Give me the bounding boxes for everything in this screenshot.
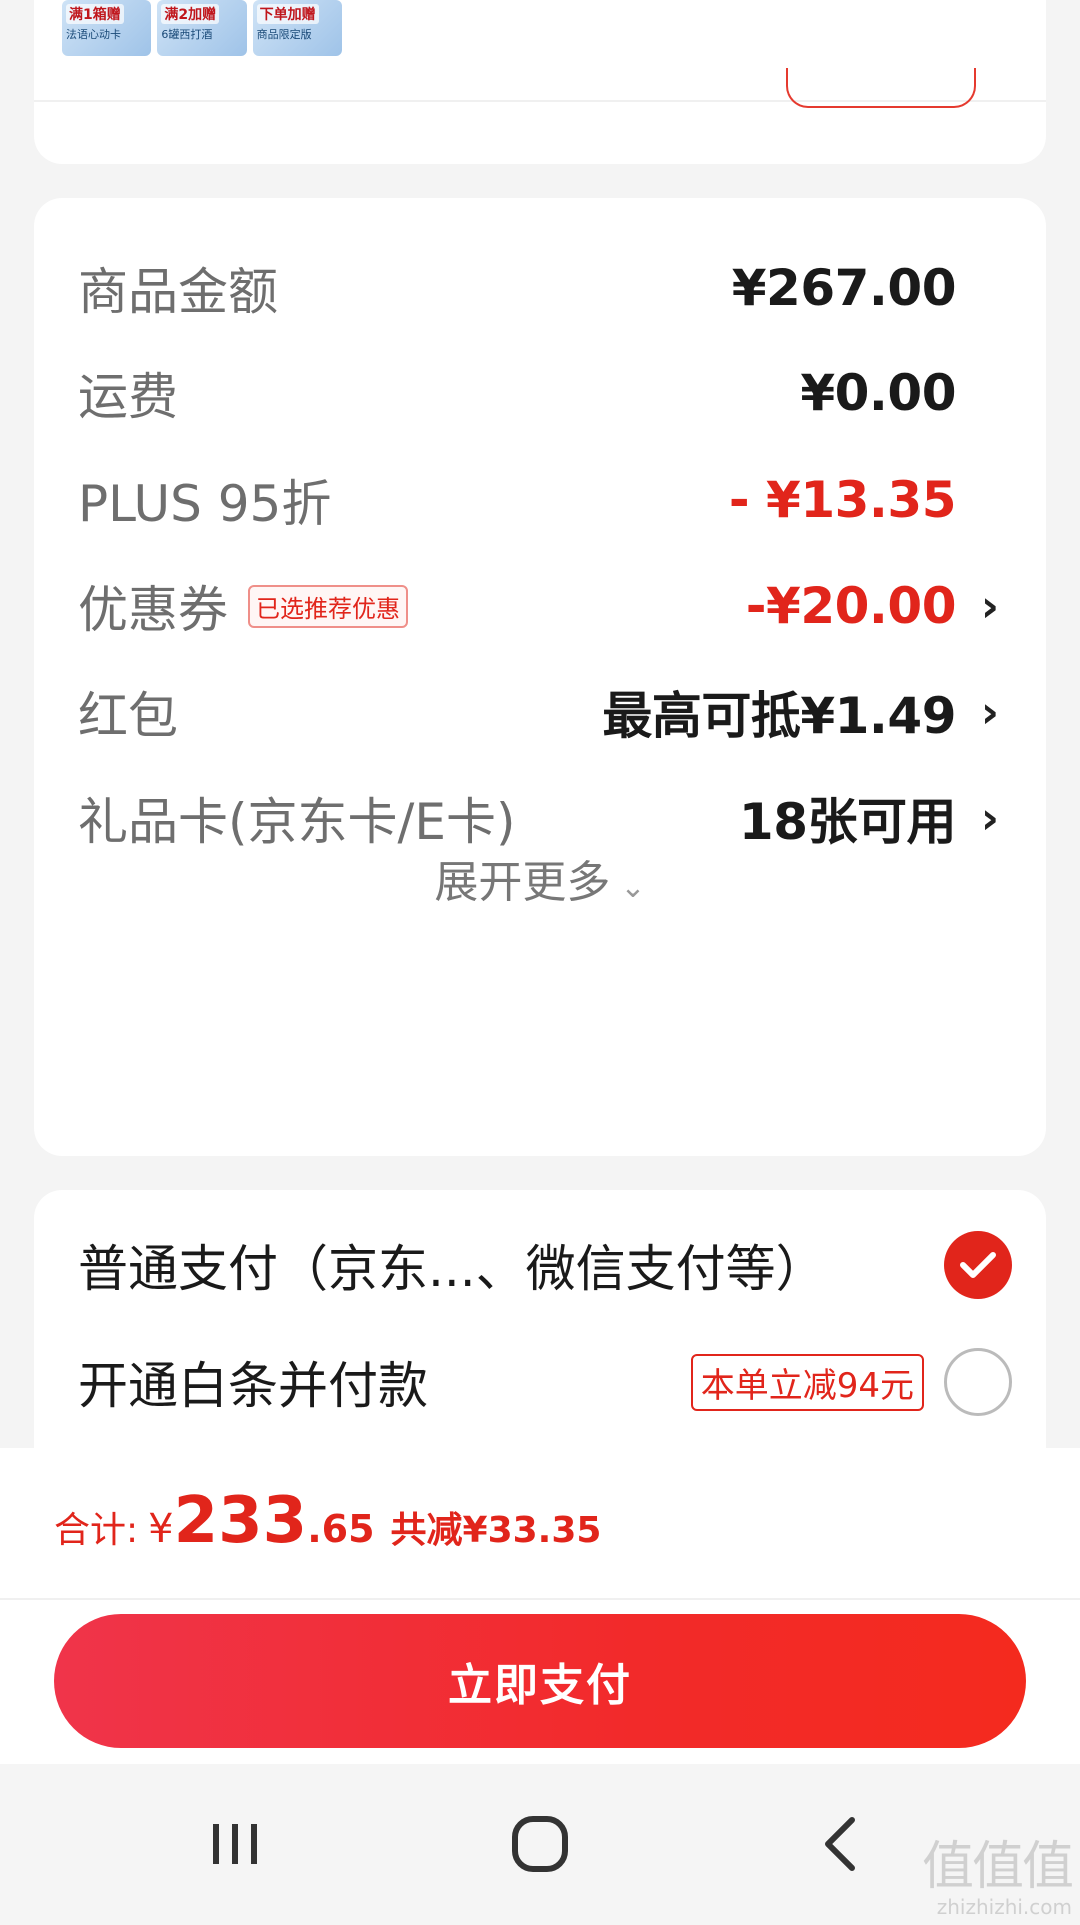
promo-title: 满1箱赠 [66, 4, 124, 24]
chevron-right-icon: › [980, 580, 1000, 632]
shipping-amount: ¥0.00 [800, 364, 956, 422]
giftcard-value[interactable]: 18张可用 › [739, 782, 1002, 854]
system-nav-bar: 值值值 zhizhizhi.com [0, 1764, 1080, 1925]
normal-pay-label: 普通支付（京东...、微信支付等） [78, 1240, 826, 1298]
promo-subtitle: 法语心动卡 [66, 28, 121, 41]
divider [0, 1598, 1080, 1600]
plus-discount-amount: - ¥13.35 [728, 471, 957, 529]
watermark: 值值值 zhizhizhi.com [921, 1824, 1074, 1919]
promo-subtitle: 6罐西打酒 [161, 28, 213, 41]
redpacket-value[interactable]: 最高可抵¥1.49 › [602, 676, 1002, 748]
total-saved: 共减¥33.35 [390, 1510, 602, 1551]
watermark-text: zhizhizhi.com [936, 1895, 1072, 1919]
coupon-label: 优惠券 [78, 581, 228, 639]
plus-discount-value: - ¥13.35 [729, 471, 1002, 529]
checked-circle-icon[interactable] [944, 1231, 1012, 1299]
promo-strip[interactable]: 满1箱赠 法语心动卡 满2加赠 6罐西打酒 下单加赠 商品限定版 [62, 0, 342, 62]
total-integer: 233 [173, 1484, 308, 1558]
promo-title: 下单加赠 [256, 4, 319, 24]
payment-option-normal[interactable]: 普通支付（京东...、微信支付等） [78, 1220, 1012, 1310]
coupon-row[interactable]: 优惠券 已选推荐优惠 -¥20.00 › [78, 566, 1002, 646]
redpacket-label: 红包 [78, 687, 178, 745]
back-icon[interactable] [810, 1804, 870, 1884]
checkout-bar: 合计: ¥ 233 .65 共减¥33.35 立即支付 [0, 1448, 1080, 1764]
promo-title: 满2加赠 [161, 4, 220, 24]
total-label: 合计: [54, 1510, 139, 1551]
unchecked-circle-icon[interactable] [944, 1348, 1012, 1416]
partial-button[interactable] [786, 68, 976, 108]
goods-amount: ¥267.00 [731, 259, 957, 317]
total-decimal: .65 [307, 1507, 375, 1551]
promo-thumb[interactable]: 满2加赠 6罐西打酒 [157, 0, 247, 56]
coupon-recommend-badge: 已选推荐优惠 [248, 584, 408, 628]
shipping-row: 运费 ¥0.00 [78, 353, 1002, 433]
expand-more-label: 展开更多 [434, 857, 611, 908]
chevron-right-icon: › [980, 792, 1000, 844]
recent-apps-icon[interactable] [200, 1804, 270, 1884]
giftcard-amount: 18张可用 [738, 793, 957, 851]
promo-subtitle: 商品限定版 [256, 28, 312, 41]
plus-discount-label: PLUS 95折 [78, 475, 332, 533]
plus-discount-row: PLUS 95折 - ¥13.35 [78, 460, 1002, 540]
baitiao-discount-badge: 本单立减94元 [690, 1353, 924, 1411]
coupon-amount: -¥20.00 [745, 577, 957, 635]
chevron-down-icon: ⌄ [620, 870, 646, 905]
redpacket-amount: 最高可抵¥1.49 [602, 687, 956, 745]
redpacket-row[interactable]: 红包 最高可抵¥1.49 › [78, 672, 1002, 752]
coupon-label-wrap: 优惠券 已选推荐优惠 [78, 570, 408, 642]
shipping-label: 运费 [78, 368, 178, 426]
payment-option-baitiao[interactable]: 开通白条并付款 本单立减94元 [78, 1337, 1012, 1427]
coupon-value[interactable]: -¥20.00 › [746, 577, 1002, 635]
promo-thumb[interactable]: 满1箱赠 法语心动卡 [62, 0, 152, 56]
price-summary-card: 商品金额 ¥267.00 运费 ¥0.00 PLUS 95折 - ¥13.35 … [34, 198, 1046, 1156]
watermark-logo: 值值值 [921, 1837, 1074, 1897]
home-icon[interactable] [505, 1804, 575, 1884]
chevron-right-icon: › [980, 686, 1000, 738]
currency-symbol: ¥ [148, 1506, 174, 1552]
promo-thumb[interactable]: 下单加赠 商品限定版 [252, 0, 342, 56]
expand-more-button[interactable]: 展开更多 ⌄ [34, 846, 1046, 910]
baitiao-right: 本单立减94元 [690, 1348, 1012, 1416]
order-confirm-page: 满1箱赠 法语心动卡 满2加赠 6罐西打酒 下单加赠 商品限定版 商品金额 ¥2… [0, 0, 1080, 1925]
pay-now-button[interactable]: 立即支付 [54, 1614, 1026, 1748]
goods-amount-value: ¥267.00 [732, 259, 1002, 317]
total-line: 合计: ¥ 233 .65 共减¥33.35 [54, 1484, 601, 1558]
shipping-value: ¥0.00 [800, 364, 1002, 422]
baitiao-pay-label: 开通白条并付款 [78, 1357, 428, 1415]
giftcard-label: 礼品卡(京东卡/E卡) [78, 793, 516, 851]
goods-amount-row: 商品金额 ¥267.00 [78, 248, 1002, 328]
payment-method-card: 普通支付（京东...、微信支付等） 开通白条并付款 本单立减94元 [34, 1190, 1046, 1490]
goods-amount-label: 商品金额 [78, 263, 278, 321]
